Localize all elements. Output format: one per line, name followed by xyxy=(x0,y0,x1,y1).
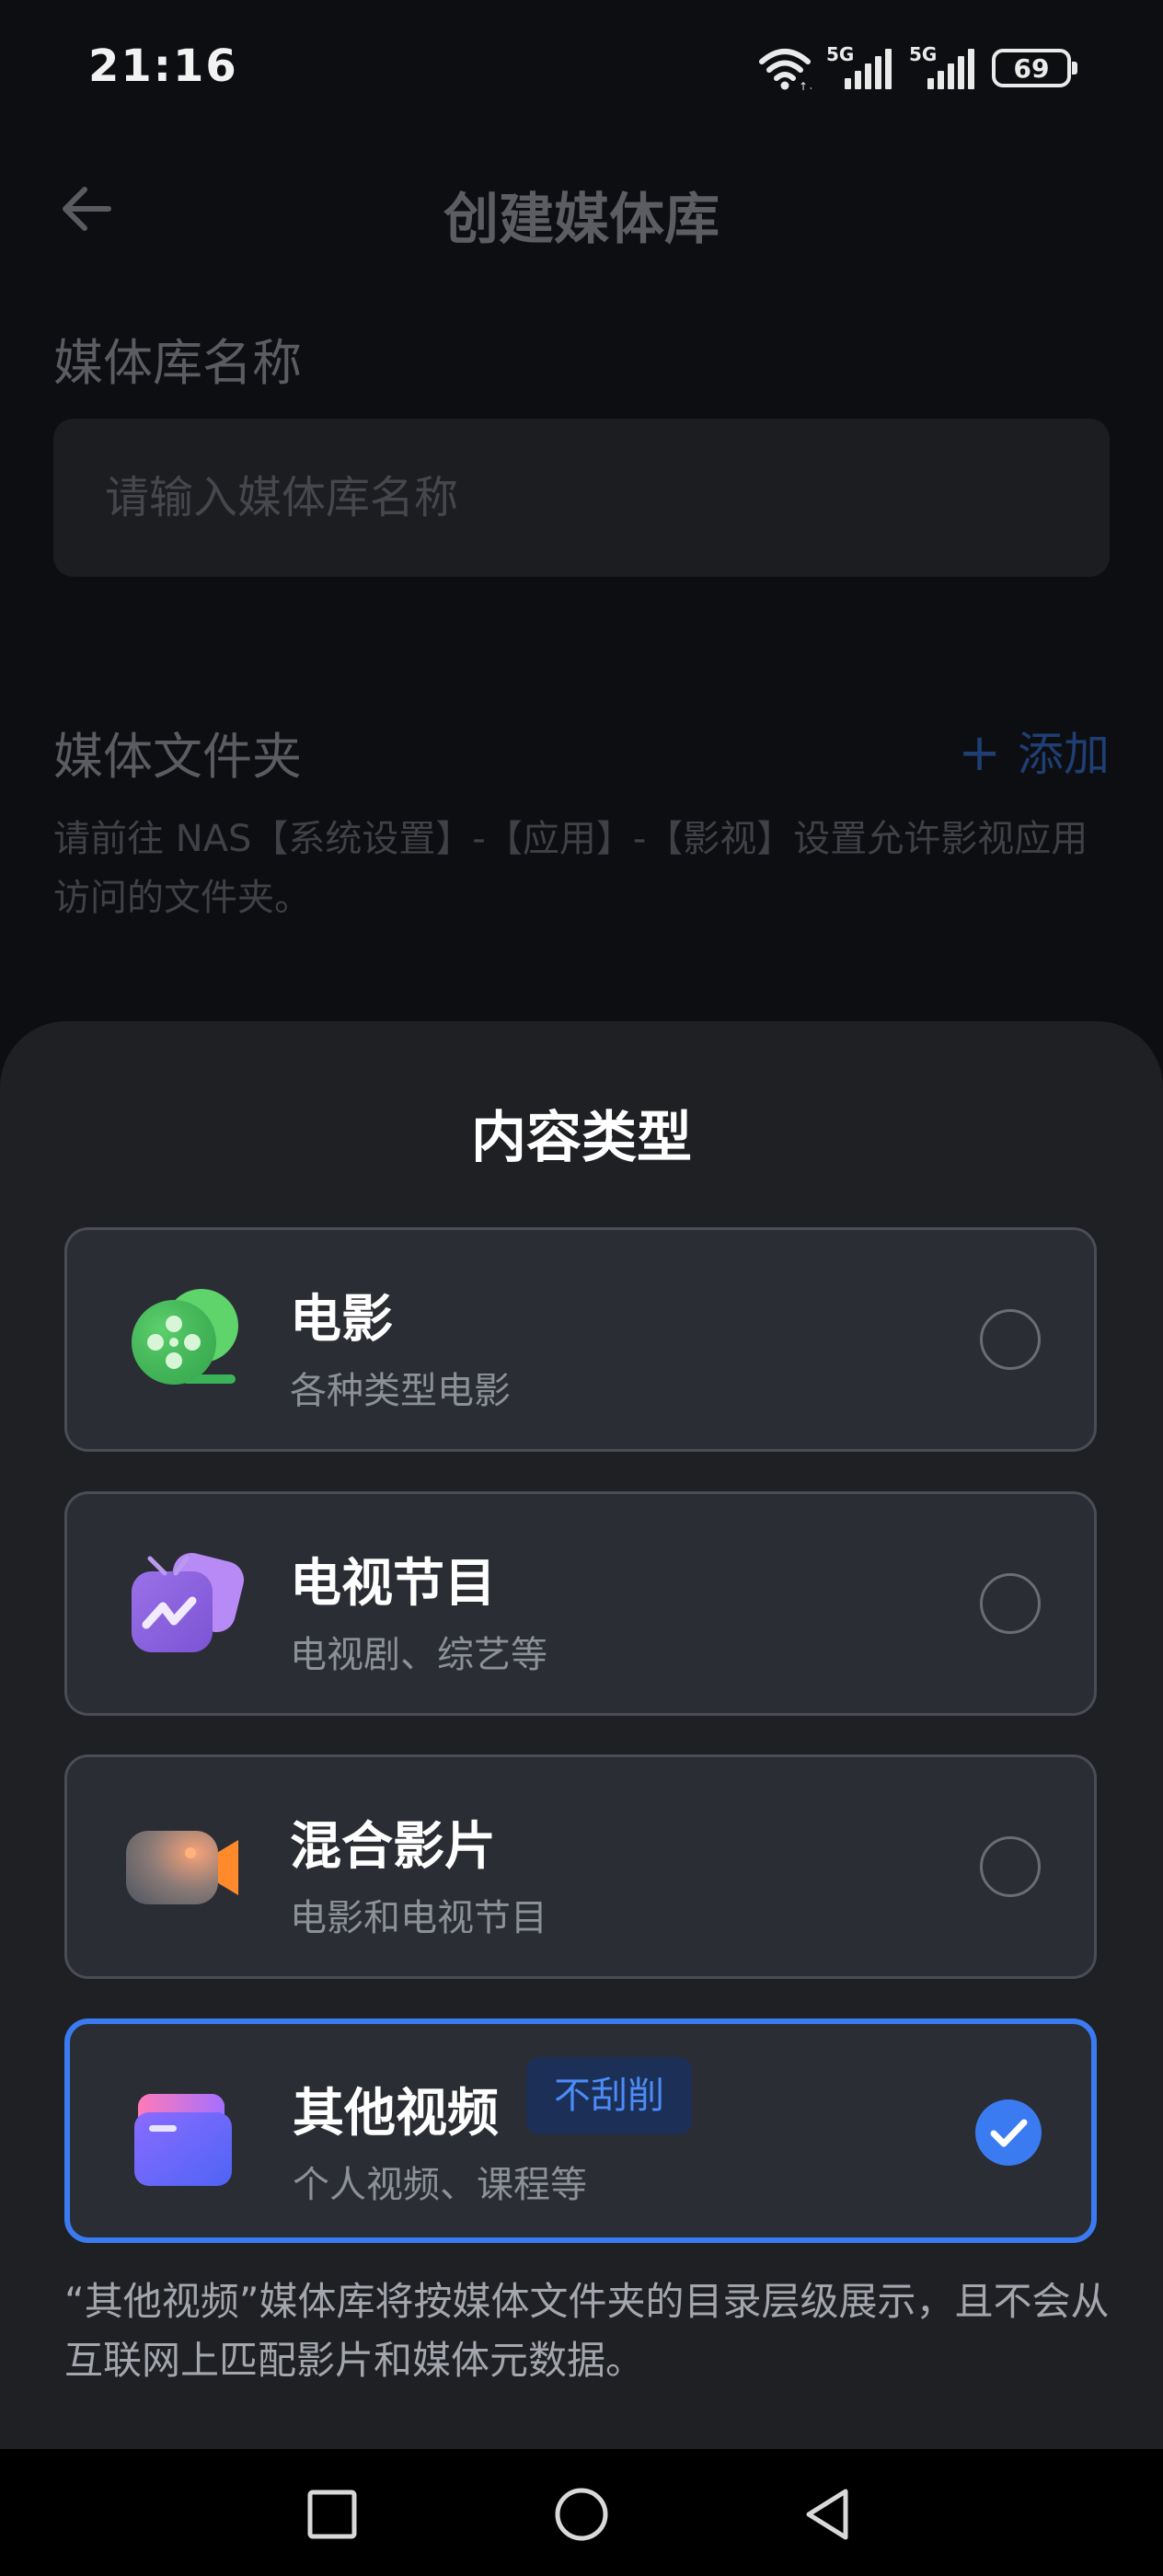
radio-button[interactable] xyxy=(980,1836,1041,1897)
option-title: 电视节目 xyxy=(290,1554,496,1614)
option-subtitle: 电影和电视节目 xyxy=(290,1897,547,1939)
recent-apps-icon[interactable] xyxy=(302,2484,363,2545)
checkmark-icon xyxy=(990,2119,1028,2147)
other-videos-note: “其他视频”媒体库将按媒体文件夹的目录层级展示，且不会从互联网上匹配影片和媒体元… xyxy=(64,2279,1110,2383)
option-subtitle: 各种类型电影 xyxy=(290,1370,511,1412)
back-icon[interactable] xyxy=(798,2484,858,2545)
option-movies[interactable]: 电影 各种类型电影 xyxy=(64,1227,1097,1452)
sheet-title: 内容类型 xyxy=(471,1106,692,1170)
screen: 21:16 ↑↓ 5G 5G 69 xyxy=(0,0,1163,2576)
option-subtitle: 个人视频、课程等 xyxy=(293,2164,587,2206)
folder-icon xyxy=(134,2094,232,2186)
option-title: 混合影片 xyxy=(290,1817,496,1877)
option-tv-shows[interactable]: 电视节目 电视剧、综艺等 xyxy=(64,1491,1097,1716)
tv-icon xyxy=(132,1552,245,1652)
content-type-sheet: 内容类型 电影 各种类型电影 电视节目 电视剧、综艺等 混合影片 电影和电视节目… xyxy=(0,1021,1163,2449)
option-other-videos[interactable]: 其他视频 不刮削 个人视频、课程等 xyxy=(64,2018,1097,2243)
radio-button-checked[interactable] xyxy=(975,2099,1042,2166)
option-mixed-videos[interactable]: 混合影片 电影和电视节目 xyxy=(64,1754,1097,1979)
modal-scrim[interactable] xyxy=(0,0,1163,1021)
video-camera-icon xyxy=(126,1831,238,1904)
option-title: 其他视频 xyxy=(293,2084,499,2144)
radio-button[interactable] xyxy=(980,1573,1041,1634)
film-reel-icon xyxy=(132,1289,238,1385)
option-title: 电影 xyxy=(290,1290,393,1350)
home-icon[interactable] xyxy=(551,2484,612,2545)
option-subtitle: 电视剧、综艺等 xyxy=(290,1634,547,1676)
radio-button[interactable] xyxy=(980,1309,1041,1370)
system-nav-bar xyxy=(0,2449,1163,2576)
no-scrape-badge: 不刮削 xyxy=(526,2057,692,2134)
